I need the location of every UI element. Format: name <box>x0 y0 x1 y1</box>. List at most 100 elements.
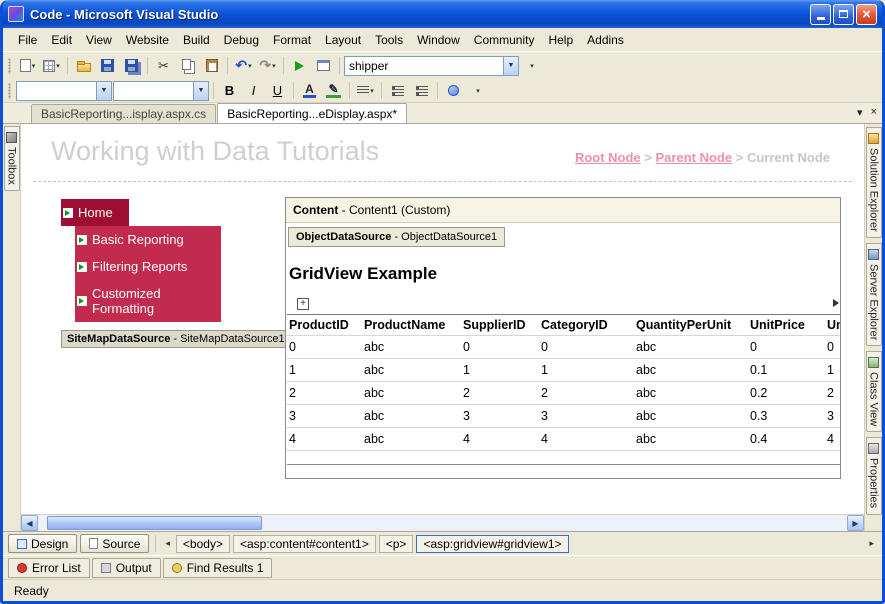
output-tab[interactable]: Output <box>91 557 161 578</box>
tag-aspgridview-button[interactable]: <asp:gridview#gridview1> <box>416 534 569 553</box>
bottom-panel-tabs: Error List Output Find Results 1 <box>3 555 882 579</box>
error-list-tab[interactable]: Error List <box>8 557 90 578</box>
undo-button[interactable]: ↶ ▾ <box>232 55 255 77</box>
tag-nav-back-button[interactable]: ◂ <box>162 538 173 549</box>
design-view-button[interactable]: Design <box>8 534 78 553</box>
tag-p-button[interactable]: <p> <box>378 534 414 553</box>
italic-button[interactable]: I <box>242 80 265 102</box>
combobox-dropdown-button[interactable]: ▼ <box>193 81 208 100</box>
grid-cell: 0.3 <box>748 404 825 428</box>
solution-explorer-tab[interactable]: Solution Explorer <box>865 127 882 238</box>
close-button[interactable]: × <box>856 3 877 25</box>
vs-logo-icon[interactable] <box>8 6 24 22</box>
grid-cell: abc <box>362 335 461 359</box>
maximize-button[interactable] <box>833 3 854 25</box>
tag-body-button[interactable]: <body> <box>175 534 230 553</box>
content-placeholder-header[interactable]: Content - Content1 (Custom) <box>286 198 840 223</box>
combobox-dropdown-button[interactable]: ▼ <box>96 81 111 100</box>
move-handle-icon[interactable]: + <box>297 298 309 310</box>
breadcrumb-separator: > <box>735 150 744 165</box>
element-combobox[interactable]: shipper ▼ <box>344 55 519 76</box>
font-name-combobox[interactable]: ▼ <box>113 80 209 101</box>
bold-button[interactable]: B <box>218 80 241 102</box>
numbering-button[interactable] <box>410 80 433 102</box>
add-item-button[interactable]: ▾ <box>40 55 63 77</box>
minimize-button[interactable] <box>810 3 831 25</box>
menu-format[interactable]: Format <box>266 30 318 50</box>
save-all-button[interactable] <box>120 55 143 77</box>
nav-item-filtering-reports[interactable]: Filtering Reports <box>75 253 221 280</box>
tag-nav-forward-button[interactable]: ▸ <box>866 538 877 549</box>
hyperlink-button[interactable] <box>442 80 465 102</box>
properties-tab[interactable]: Properties <box>865 437 882 515</box>
toolbar-overflow-button[interactable]: ▾ <box>520 55 543 77</box>
menu-community[interactable]: Community <box>467 30 542 50</box>
save-icon <box>101 59 114 72</box>
menu-help[interactable]: Help <box>541 30 580 50</box>
toolbox-tab[interactable]: Toolbox <box>3 126 20 191</box>
breadcrumb-root-link[interactable]: Root Node <box>575 150 641 165</box>
source-view-button[interactable]: Source <box>80 534 150 553</box>
scrollbar-track[interactable] <box>38 515 847 531</box>
browse-button[interactable] <box>312 55 335 77</box>
menu-edit[interactable]: Edit <box>44 30 79 50</box>
gridview-control[interactable]: ProductID ProductName SupplierID Categor… <box>287 314 840 451</box>
scroll-right-button[interactable]: ▶ <box>847 515 864 531</box>
menu-debug[interactable]: Debug <box>217 30 266 50</box>
toolbar-overflow-button[interactable]: ▾ <box>466 80 489 102</box>
menu-website[interactable]: Website <box>119 30 176 50</box>
cut-button[interactable]: ✂ <box>152 55 175 77</box>
find-results-tab[interactable]: Find Results 1 <box>162 557 273 578</box>
menu-build[interactable]: Build <box>176 30 217 50</box>
smart-tag-arrow-icon[interactable] <box>833 299 839 307</box>
nav-item-label: Customized Formatting <box>92 286 161 316</box>
menu-layout[interactable]: Layout <box>318 30 368 50</box>
output-icon <box>100 562 111 573</box>
save-button[interactable] <box>96 55 119 77</box>
block-format-combobox[interactable]: ▼ <box>16 80 112 101</box>
save-all-icon <box>125 59 138 72</box>
font-color-button[interactable]: A <box>298 80 321 102</box>
menu-addins[interactable]: Addins <box>580 30 631 50</box>
objectdatasource-control[interactable]: ObjectDataSource - ObjectDataSource1 <box>288 227 506 247</box>
bullets-button[interactable] <box>386 80 409 102</box>
underline-button[interactable]: U <box>266 80 289 102</box>
nav-item-home[interactable]: Home <box>61 199 129 226</box>
paste-button[interactable] <box>200 55 223 77</box>
sitemap-datasource-control[interactable]: SiteMapDataSource - SiteMapDataSource1 <box>61 330 301 348</box>
breadcrumb-parent-link[interactable]: Parent Node <box>656 150 733 165</box>
grid-cell: abc <box>634 404 748 428</box>
nav-item-basic-reporting[interactable]: Basic Reporting <box>75 226 221 253</box>
copy-button[interactable] <box>176 55 199 77</box>
highlight-button[interactable]: ✎ <box>322 80 345 102</box>
grid-cell: 3 <box>287 404 362 428</box>
statusbar: Ready <box>3 579 882 601</box>
redo-button[interactable]: ↷ ▾ <box>256 55 279 77</box>
nav-item-customized-formatting[interactable]: Customized Formatting <box>75 280 221 322</box>
chevron-down-icon: ▼ <box>100 87 108 94</box>
start-debug-button[interactable] <box>288 55 311 77</box>
grid-cell: 3 <box>539 404 634 428</box>
doc-tab-markup[interactable]: BasicReporting...eDisplay.aspx* <box>217 103 408 123</box>
site-nav-menu: Home Basic Reporting Filtering Reports C… <box>61 199 241 322</box>
new-file-button[interactable]: ▾ <box>16 55 39 77</box>
class-view-tab[interactable]: Class View <box>865 351 882 433</box>
bullets-icon <box>391 85 404 96</box>
scrollbar-thumb[interactable] <box>47 516 262 530</box>
tag-aspcontent-button[interactable]: <asp:content#content1> <box>232 534 376 553</box>
design-surface: Working with Data Tutorials Root Node > … <box>21 124 864 531</box>
menu-window[interactable]: Window <box>410 30 467 50</box>
tab-close-button[interactable]: × <box>871 106 877 119</box>
align-button[interactable]: ▾ <box>354 80 377 102</box>
combobox-dropdown-button[interactable]: ▼ <box>503 56 518 75</box>
tab-list-button[interactable]: ▾ <box>857 106 863 119</box>
properties-label: Properties <box>867 458 880 509</box>
numbering-icon <box>415 85 428 96</box>
menu-tools[interactable]: Tools <box>368 30 410 50</box>
scroll-left-button[interactable]: ◀ <box>21 515 38 531</box>
open-button[interactable] <box>72 55 95 77</box>
server-explorer-tab[interactable]: Server Explorer <box>865 242 882 347</box>
menu-file[interactable]: File <box>11 30 44 50</box>
doc-tab-codebehind[interactable]: BasicReporting...isplay.aspx.cs <box>31 104 217 123</box>
menu-view[interactable]: View <box>79 30 119 50</box>
